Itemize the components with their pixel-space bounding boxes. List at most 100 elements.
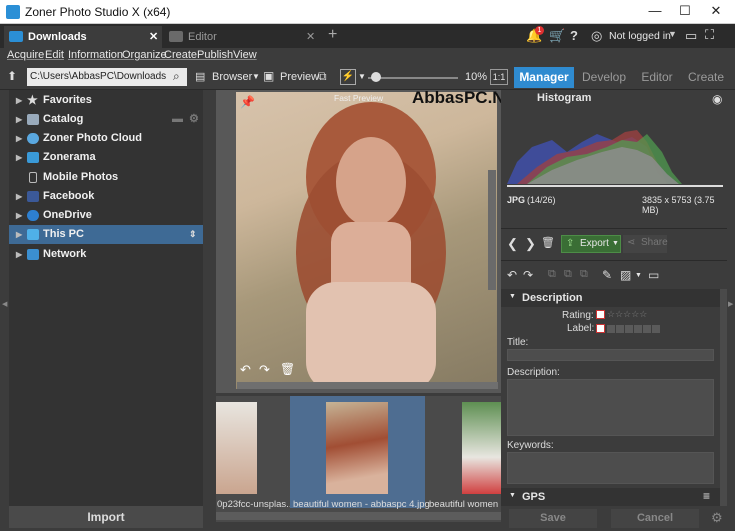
label-swatches[interactable] (596, 323, 706, 333)
user-icon[interactable]: ◎ (591, 28, 602, 44)
flash-icon[interactable]: ⚡ (340, 69, 356, 85)
fullscreen-icon[interactable]: ⛶ (705, 27, 714, 43)
label-swatch-3[interactable] (634, 325, 642, 333)
preview-button[interactable]: Preview (280, 71, 319, 83)
box-icon[interactable]: ▨ (620, 268, 631, 282)
module-create[interactable]: Create (684, 67, 728, 88)
add-folder-icon[interactable]: ▬ (172, 110, 183, 129)
close-button[interactable]: ✕ (701, 0, 731, 23)
trash-icon[interactable]: 🗑 (280, 362, 295, 376)
cancel-button[interactable]: Cancel (611, 509, 699, 528)
collapse-arrow-icon[interactable]: ▼ (509, 492, 516, 499)
path-field[interactable]: C:\Users\AbbasPC\Downloads (27, 68, 187, 86)
rotate-right-icon[interactable]: ↷ (259, 362, 270, 378)
close-tab-icon[interactable]: ✕ (149, 26, 158, 48)
label-swatch-1[interactable] (616, 325, 624, 333)
thumbnail-image[interactable] (216, 402, 257, 494)
rotate-left-icon[interactable]: ↶ (240, 362, 251, 378)
trash-icon[interactable]: 🗑 (541, 236, 555, 249)
up-folder-icon[interactable]: ⬆ (7, 69, 17, 83)
module-manager[interactable]: Manager (514, 67, 574, 88)
comment-icon[interactable]: ▭ (648, 268, 659, 282)
menu-organize[interactable]: Organize (122, 49, 167, 61)
tab-downloads[interactable]: Downloads ✕ (4, 26, 162, 48)
expand-arrow-icon[interactable]: ▶ (16, 206, 22, 225)
search-icon[interactable]: ⌕ (173, 69, 180, 84)
monitor-icon[interactable]: ▭ (685, 28, 697, 44)
settings-icon[interactable]: ◉ (712, 92, 722, 106)
chevron-down-icon[interactable]: ▼ (668, 29, 677, 39)
label-swatch-0[interactable] (607, 325, 615, 333)
rotate-right-icon[interactable]: ↷ (523, 268, 533, 282)
expand-arrow-icon[interactable]: ▶ (16, 187, 22, 206)
nav-network[interactable]: ▶ Network (9, 245, 203, 264)
prev-arrow-icon[interactable]: ❮ (507, 236, 518, 252)
expand-arrow-icon[interactable]: ▶ (16, 225, 22, 244)
no-label-icon[interactable] (596, 324, 605, 333)
menu-edit[interactable]: Edit (45, 49, 64, 61)
nav-zonerama[interactable]: ▶ Zonerama (9, 148, 203, 167)
tools-icon[interactable]: ✎ (602, 268, 612, 282)
panel-scrollbar[interactable] (720, 289, 727, 506)
label-swatch-5[interactable] (652, 325, 660, 333)
module-develop[interactable]: Develop (578, 67, 630, 88)
nav-this-pc[interactable]: ▶ This PC ⇕ (9, 225, 203, 244)
keywords-field[interactable] (507, 452, 714, 484)
right-collapse-strip[interactable]: ▶ (727, 90, 735, 506)
star-icon[interactable]: ☆☆☆☆☆ (607, 309, 647, 320)
nav-catalog[interactable]: ▶ Catalog ▬ ⚙ (9, 110, 203, 129)
zoom-slider-handle[interactable] (371, 72, 381, 82)
gear-icon[interactable]: ⚙ (711, 510, 723, 526)
paste-icon[interactable]: ⧉ (580, 268, 588, 281)
nav-onedrive[interactable]: ▶ OneDrive (9, 206, 203, 225)
pin-icon[interactable]: 📌 (240, 95, 255, 109)
nav-favorites[interactable]: ▶ ★ Favorites (9, 91, 203, 110)
left-collapse-strip[interactable]: ◀ (0, 90, 9, 506)
chevron-down-icon[interactable]: ▼ (358, 72, 366, 81)
cart-icon[interactable]: 🛒 (549, 28, 565, 44)
preview-scroll[interactable] (488, 170, 496, 290)
sort-arrows-icon[interactable]: ⇕ (189, 225, 197, 244)
preview-photo[interactable] (236, 92, 497, 389)
actual-size-button[interactable]: 1:1 (490, 69, 508, 85)
import-button[interactable]: Import (9, 506, 203, 528)
zoom-slider-track[interactable] (368, 77, 458, 79)
menu-publish[interactable]: Publish (197, 49, 233, 61)
external-window-icon[interactable]: ⧉ (318, 69, 327, 84)
label-swatch-2[interactable] (625, 325, 633, 333)
title-field[interactable] (507, 349, 714, 361)
nav-facebook[interactable]: ▶ Facebook (9, 187, 203, 206)
copy-icon-2[interactable]: ⧉ (564, 268, 572, 281)
close-tab-icon[interactable]: ✕ (306, 26, 315, 48)
label-swatch-4[interactable] (643, 325, 651, 333)
next-arrow-icon[interactable]: ❯ (525, 236, 536, 252)
nav-mobile-photos[interactable]: Mobile Photos (9, 168, 203, 187)
nav-zoner-photo-cloud[interactable]: ▶ Zoner Photo Cloud (9, 129, 203, 148)
help-icon[interactable]: ? (570, 28, 578, 43)
menu-information[interactable]: Information (68, 49, 123, 61)
no-rating-icon[interactable] (596, 310, 605, 319)
module-editor[interactable]: Editor (634, 67, 680, 88)
menu-create[interactable]: Create (164, 49, 197, 61)
description-field[interactable] (507, 379, 714, 436)
thumbnail-image[interactable] (462, 402, 501, 494)
chevron-down-icon[interactable]: ▼ (635, 272, 642, 279)
filmstrip-scrollbar[interactable] (216, 512, 501, 520)
expand-arrow-icon[interactable]: ▶ (16, 110, 22, 129)
share-button[interactable]: ⋖ Share (623, 235, 668, 253)
thumbnail-image[interactable] (326, 402, 388, 494)
gps-section-header[interactable]: ▼ GPS ≡ (501, 488, 720, 506)
expand-arrow-icon[interactable]: ▶ (16, 129, 22, 148)
menu-icon[interactable]: ≡ (703, 489, 710, 503)
minimize-button[interactable]: — (640, 0, 670, 23)
collapse-left-icon[interactable]: ◀ (2, 300, 7, 308)
account-status[interactable]: Not logged in (609, 30, 671, 42)
expand-arrow-icon[interactable]: ▶ (16, 91, 22, 110)
gear-icon[interactable]: ⚙ (189, 110, 199, 129)
maximize-button[interactable]: ☐ (670, 0, 700, 23)
expand-arrow-icon[interactable]: ▶ (16, 245, 22, 264)
new-tab-button[interactable]: + (328, 26, 337, 44)
description-section-header[interactable]: ▼ Description (501, 289, 720, 307)
menu-acquire[interactable]: Acquire (7, 49, 44, 61)
collapse-arrow-icon[interactable]: ▼ (509, 293, 516, 300)
